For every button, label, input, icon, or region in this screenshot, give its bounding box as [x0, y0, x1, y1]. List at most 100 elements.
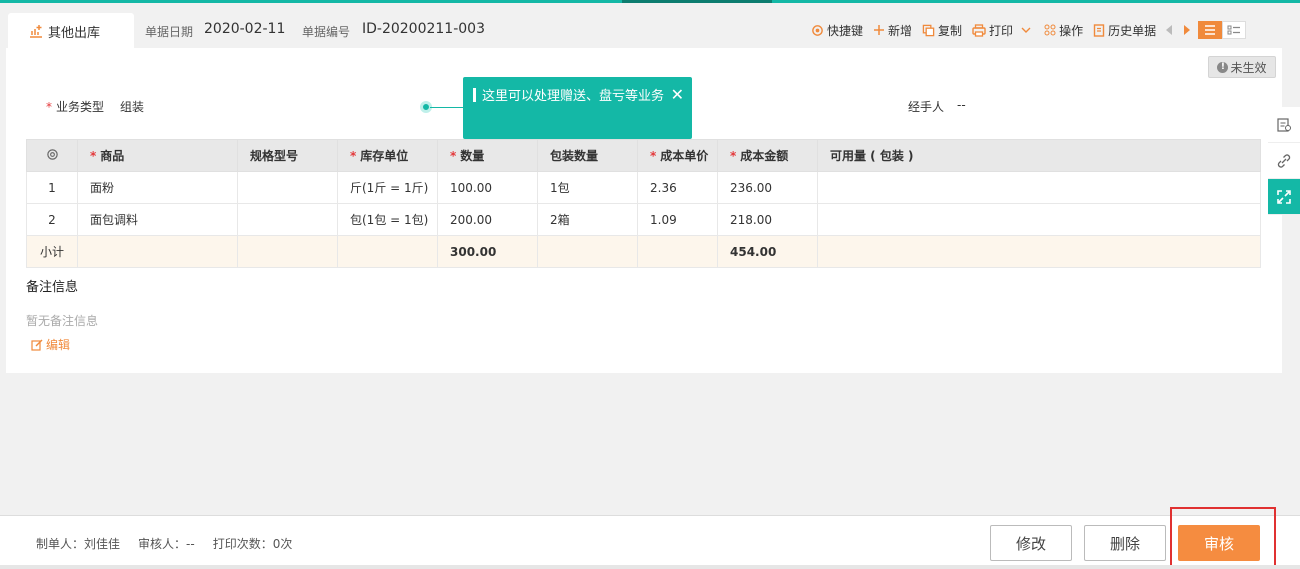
col-pack-qty: 包装数量: [537, 139, 638, 172]
cell-amount[interactable]: 236.00: [717, 171, 818, 204]
grid-icon: [1044, 24, 1056, 36]
delete-button[interactable]: 删除: [1084, 525, 1166, 561]
handler-label: 经手人: [908, 100, 945, 114]
subtotal-amount: 454.00: [717, 235, 818, 268]
cell-available: [817, 171, 1261, 204]
subtotal-row: 小计 300.00 454.00: [26, 235, 1261, 268]
table-header-row: * 商品 规格型号 * 库存单位 * 数量 包装数量 * 成本单价 * 成本金额 可用量 …: [26, 139, 1261, 172]
cell-qty[interactable]: 100.00: [437, 171, 538, 204]
edit-icon: [31, 339, 43, 351]
tab-label: 其他出库: [48, 25, 101, 41]
status-badge: ! 未生效: [1208, 56, 1276, 78]
col-amount: * 成本金额: [717, 139, 818, 172]
col-qty: * 数量: [437, 139, 538, 172]
cell-product[interactable]: 面粉: [77, 171, 238, 204]
subtotal-qty: 300.00: [437, 235, 538, 268]
table-row[interactable]: 1 面粉 斤(1斤 = 1斤) 100.00 1包 2.36 236.00: [26, 171, 1261, 204]
copy-button[interactable]: 复制: [922, 22, 962, 39]
cell-amount[interactable]: 218.00: [717, 203, 818, 236]
col-available: 可用量 ( 包装 ): [817, 139, 1261, 172]
doc-date-value: 2020-02-11: [204, 21, 286, 37]
footer-info: 制单人：刘佳佳 审核人：-- 打印次数：0次: [36, 535, 310, 552]
row-index: 2: [26, 203, 78, 236]
maker-text: 制单人：刘佳佳: [36, 537, 121, 551]
main-panel: ! 未生效 * 业务类型 组装 经手人 -- 这里可以处理赠送、盘亏等业务 ✕ *…: [6, 48, 1282, 373]
cell-pack-qty[interactable]: 2箱: [537, 203, 638, 236]
next-record-button[interactable]: [1184, 25, 1191, 35]
cell-unit-cost[interactable]: 2.36: [637, 171, 718, 204]
row-index: 1: [26, 171, 78, 204]
close-icon[interactable]: ✕: [671, 85, 684, 105]
modify-button[interactable]: 修改: [990, 525, 1072, 561]
copy-icon: [922, 24, 935, 36]
col-unit: * 库存单位: [337, 139, 438, 172]
prev-record-button[interactable]: [1166, 25, 1173, 35]
handler-value[interactable]: --: [957, 98, 966, 112]
cell-pack-qty[interactable]: 1包: [537, 171, 638, 204]
info-icon: !: [1217, 61, 1229, 73]
operate-button[interactable]: 操作: [1044, 22, 1083, 39]
print-label: 打印: [989, 23, 1014, 38]
chart-add-icon: [30, 25, 42, 38]
arrow-left-icon: [1166, 25, 1173, 35]
status-badge-label: 未生效: [1230, 60, 1267, 75]
notes-edit-button[interactable]: 编辑: [31, 336, 70, 353]
note-settings-icon: [1277, 117, 1291, 132]
guide-tooltip: 这里可以处理赠送、盘亏等业务 ✕: [463, 77, 692, 139]
highlight-box: [1170, 507, 1276, 569]
cell-product[interactable]: 面包调料: [77, 203, 238, 236]
gear-icon[interactable]: [46, 148, 59, 161]
cell-unit[interactable]: 斤(1斤 = 1斤): [337, 171, 438, 204]
copy-label: 复制: [938, 23, 963, 38]
cell-unit-cost[interactable]: 1.09: [637, 203, 718, 236]
biz-type-label: * 业务类型: [46, 100, 105, 114]
plus-icon: [874, 25, 885, 35]
print-count-text: 打印次数：0次: [212, 537, 293, 551]
add-button[interactable]: 新增: [873, 22, 912, 39]
document-icon: [1093, 23, 1105, 37]
add-label: 新增: [888, 23, 913, 38]
toolbar: 快捷键 新增 复制 打印 操作 历史单据: [811, 21, 1247, 39]
history-label: 历史单据: [1108, 23, 1157, 38]
column-settings[interactable]: [26, 139, 78, 172]
reviewer-text: 审核人：--: [138, 537, 195, 551]
cell-unit[interactable]: 包(1包 = 1包): [337, 203, 438, 236]
link-icon: [1277, 153, 1291, 168]
chevron-down-icon[interactable]: [1021, 26, 1031, 34]
shortcut-button[interactable]: 快捷键: [811, 22, 863, 39]
detail-list-icon: [1227, 25, 1241, 35]
tooltip-connector: [430, 107, 463, 108]
bottom-strip: [0, 565, 1300, 569]
notes-empty-text: 暂无备注信息: [26, 314, 99, 328]
operate-label: 操作: [1059, 23, 1084, 38]
cell-available: [817, 203, 1261, 236]
gear-icon: [812, 24, 823, 36]
doc-number-label: 单据编号: [302, 25, 351, 39]
items-table: * 商品 规格型号 * 库存单位 * 数量 包装数量 * 成本单价 * 成本金额 可用量 …: [26, 139, 1261, 268]
detail-view-button[interactable]: [1222, 21, 1247, 39]
col-product: * 商品: [77, 139, 238, 172]
printer-icon: [972, 23, 986, 37]
table-row[interactable]: 2 面包调料 包(1包 = 1包) 200.00 2箱 1.09 218.00: [26, 203, 1261, 236]
notes-edit-label: 编辑: [46, 338, 71, 352]
biz-type-value[interactable]: 组装: [120, 98, 144, 115]
doc-number-value: ID-20200211-003: [362, 21, 485, 37]
list-icon: [1205, 25, 1216, 35]
tooltip-text: 这里可以处理赠送、盘亏等业务: [482, 89, 665, 104]
rail-fullscreen-button[interactable]: [1268, 179, 1300, 215]
header-bar: 其他出库 单据日期 2020-02-11 单据编号 ID-20200211-00…: [0, 3, 1300, 49]
rail-notes-button[interactable]: [1268, 107, 1300, 143]
rail-link-button[interactable]: [1268, 143, 1300, 179]
print-button[interactable]: 打印: [972, 22, 1034, 39]
cell-qty[interactable]: 200.00: [437, 203, 538, 236]
notes-title: 备注信息: [26, 280, 79, 295]
doc-date-label: 单据日期: [145, 25, 194, 39]
col-spec: 规格型号: [237, 139, 338, 172]
list-view-button[interactable]: [1198, 21, 1223, 39]
history-button[interactable]: 历史单据: [1093, 22, 1156, 39]
expand-icon: [1277, 189, 1291, 204]
tab-other-outbound[interactable]: 其他出库: [8, 13, 134, 49]
cell-spec[interactable]: [237, 203, 338, 236]
side-rail: [1268, 107, 1300, 215]
cell-spec[interactable]: [237, 171, 338, 204]
